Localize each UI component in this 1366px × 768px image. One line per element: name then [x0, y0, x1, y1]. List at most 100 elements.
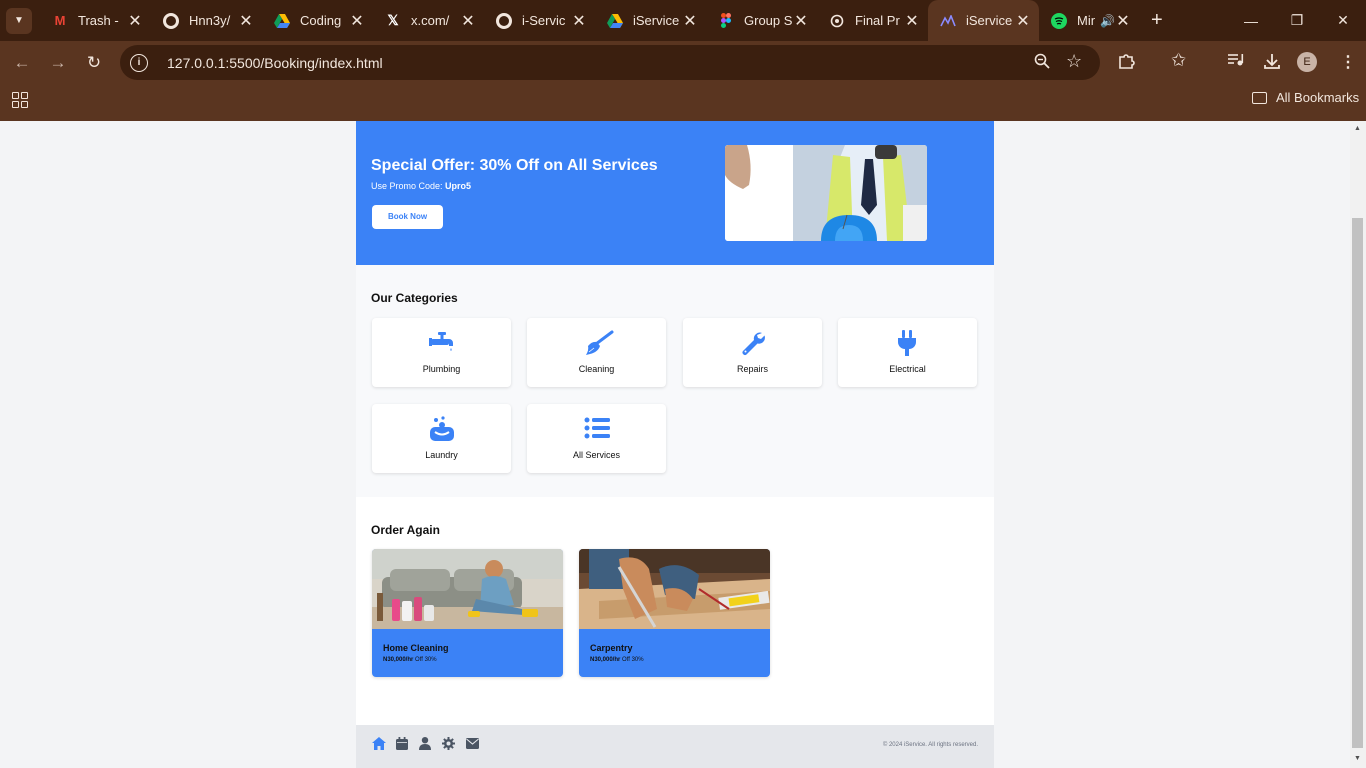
- book-now-button[interactable]: Book Now: [372, 205, 443, 229]
- favorites-icon[interactable]: ✩: [1171, 50, 1186, 71]
- back-button[interactable]: ←: [10, 51, 34, 75]
- toolbar: ← → ↻ i 127.0.0.1:5500/Booking/index.htm…: [0, 41, 1366, 84]
- settings-icon[interactable]: [442, 737, 455, 750]
- download-icon[interactable]: [1263, 52, 1281, 75]
- close-icon[interactable]: ✕: [460, 11, 476, 31]
- category-cleaning[interactable]: Cleaning: [527, 318, 666, 387]
- browser-tab[interactable]: M Trash - ✕: [40, 0, 151, 41]
- tab-label: Trash -: [78, 13, 119, 28]
- url-text[interactable]: 127.0.0.1:5500/Booking/index.html: [167, 55, 383, 71]
- bookmarks-bar: [0, 84, 1366, 121]
- order-again-title: Order Again: [371, 523, 440, 537]
- chevron-down-icon: ▼: [14, 15, 24, 26]
- google-drive-icon: [607, 13, 623, 29]
- close-icon[interactable]: ✕: [904, 11, 920, 31]
- zoom-icon[interactable]: [1034, 53, 1050, 74]
- scrollbar-thumb[interactable]: [1352, 218, 1363, 748]
- category-label: Plumbing: [422, 364, 461, 374]
- copyright-text: © 2024 iService. All rights reserved.: [882, 742, 978, 748]
- page-scrollbar[interactable]: ▲ ▼: [1350, 121, 1366, 768]
- browser-tab-active[interactable]: iService ✕: [928, 0, 1039, 41]
- extensions-icon[interactable]: [1117, 52, 1135, 75]
- all-bookmarks-label: All Bookmarks: [1276, 90, 1360, 105]
- close-icon[interactable]: ✕: [571, 11, 587, 31]
- spotify-icon: [1051, 12, 1067, 29]
- faucet-icon: [429, 332, 453, 351]
- browser-tab[interactable]: 𝕏 x.com/ ✕: [373, 0, 484, 41]
- wrench-icon: [742, 332, 765, 355]
- worker-photo: [725, 145, 927, 241]
- category-label: Repairs: [736, 364, 768, 374]
- close-icon[interactable]: ✕: [238, 11, 254, 31]
- github-icon: [163, 12, 179, 29]
- plug-icon: [898, 330, 916, 356]
- tab-label: Final Pr: [855, 13, 900, 28]
- mail-icon[interactable]: [466, 738, 479, 749]
- category-label: Cleaning: [578, 364, 615, 374]
- order-card-carpentry[interactable]: Carpentry N30,000/hr Off 30%: [579, 549, 770, 677]
- minimize-button[interactable]: —: [1228, 0, 1274, 41]
- order-card-home-cleaning[interactable]: Home Cleaning N30,000/hr Off 30%: [372, 549, 563, 677]
- github-icon: [496, 12, 512, 29]
- home-icon[interactable]: [372, 737, 386, 750]
- category-plumbing[interactable]: Plumbing: [372, 318, 511, 387]
- menu-icon[interactable]: ⋮: [1340, 52, 1356, 72]
- close-icon[interactable]: ✕: [349, 11, 365, 31]
- close-icon[interactable]: ✕: [127, 11, 143, 31]
- browser-tab[interactable]: Hnn3y/ ✕: [151, 0, 262, 41]
- browser-tab[interactable]: iService ✕: [595, 0, 706, 41]
- category-laundry[interactable]: Laundry: [372, 404, 511, 473]
- tab-label: Min: [1077, 13, 1095, 28]
- audio-playing-icon[interactable]: 🔊: [1100, 14, 1115, 28]
- promo-text: Use Promo Code: Upro5: [371, 181, 471, 191]
- close-icon[interactable]: ✕: [793, 11, 809, 31]
- categories-title: Our Categories: [371, 291, 458, 305]
- site-info-icon[interactable]: i: [130, 53, 148, 72]
- close-icon[interactable]: ✕: [682, 11, 698, 31]
- profile-avatar[interactable]: E: [1297, 52, 1317, 72]
- close-icon[interactable]: ✕: [1015, 11, 1031, 31]
- browser-tab[interactable]: Coding ✕: [262, 0, 373, 41]
- order-price: N30,000/hr Off 30%: [590, 657, 644, 663]
- category-electrical[interactable]: Electrical: [838, 318, 977, 387]
- bookmark-star-icon[interactable]: ☆: [1066, 51, 1082, 72]
- user-icon[interactable]: [419, 737, 431, 750]
- categories-section: Our Categories Plumbing Cleaning Repairs…: [356, 265, 994, 497]
- offer-title: Special Offer: 30% Off on All Services: [371, 157, 658, 174]
- window-close-button[interactable]: ✕: [1320, 0, 1366, 41]
- media-control-icon[interactable]: [1227, 52, 1245, 73]
- app-container: Special Offer: 30% Off on All Services U…: [356, 121, 994, 768]
- apps-icon[interactable]: [12, 92, 28, 108]
- reload-button[interactable]: ↻: [82, 51, 106, 75]
- browser-tab[interactable]: i-Servic ✕: [484, 0, 595, 41]
- category-label: All Services: [572, 450, 620, 460]
- all-bookmarks-button[interactable]: All Bookmarks: [1252, 90, 1359, 105]
- browser-tab[interactable]: Final Pr ✕: [817, 0, 928, 41]
- chatgpt-icon: [829, 13, 845, 29]
- promo-prefix: Use Promo Code:: [371, 181, 446, 191]
- discount-text: Off 30%: [415, 657, 437, 663]
- tab-label: Hnn3y/: [189, 13, 231, 28]
- carpentry-photo: [579, 549, 770, 629]
- category-repairs[interactable]: Repairs: [683, 318, 822, 387]
- new-tab-button[interactable]: +: [1151, 9, 1163, 32]
- calendar-icon[interactable]: [396, 737, 408, 750]
- promo-code: Upro5: [445, 181, 472, 191]
- browser-tab[interactable]: Min 🔊 ✕: [1039, 0, 1139, 41]
- browser-tab[interactable]: Group S ✕: [706, 0, 817, 41]
- address-bar[interactable]: i 127.0.0.1:5500/Booking/index.html ☆: [120, 45, 1100, 80]
- home-cleaning-photo: [372, 549, 563, 629]
- google-drive-icon: [274, 13, 290, 29]
- scroll-up-arrow-icon[interactable]: ▲: [1354, 125, 1361, 132]
- list-icon: [584, 417, 610, 439]
- tab-label: Coding: [300, 13, 342, 28]
- close-icon[interactable]: ✕: [1115, 11, 1131, 31]
- soap-icon: [430, 416, 454, 441]
- price-value: N30,000/hr: [383, 657, 414, 663]
- restore-button[interactable]: ❐: [1274, 0, 1320, 41]
- category-all-services[interactable]: All Services: [527, 404, 666, 473]
- forward-button[interactable]: →: [46, 51, 70, 75]
- scroll-down-arrow-icon[interactable]: ▼: [1354, 755, 1361, 762]
- tab-search-button[interactable]: ▼: [6, 7, 32, 34]
- figma-icon: [718, 13, 734, 29]
